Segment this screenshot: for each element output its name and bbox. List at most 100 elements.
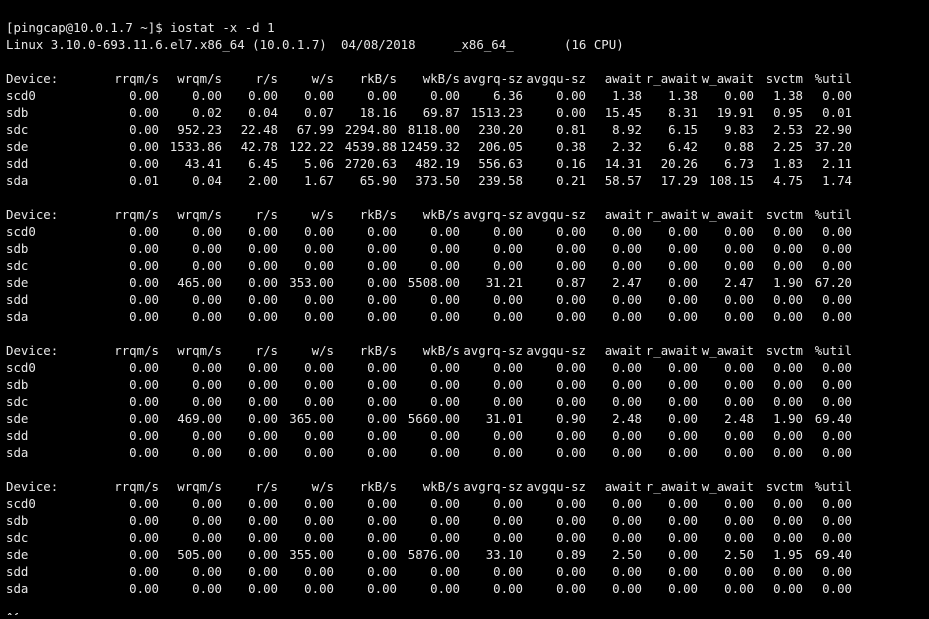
cell-rkbs: 4539.88	[344, 139, 397, 154]
cell-svctm: 2.53	[773, 122, 803, 137]
cell-rawait: 17.29	[660, 173, 698, 188]
cell-device: scd0	[6, 224, 36, 239]
cell-avgqusz: 0.00	[556, 105, 586, 120]
cell-avgrqsz: 33.10	[485, 547, 523, 562]
header-await: await	[604, 343, 642, 358]
cell-wrqm: 0.00	[192, 224, 222, 239]
cell-rs: 0.00	[248, 309, 278, 324]
cell-svctm: 0.00	[773, 513, 803, 528]
cell-rrqm: 0.00	[129, 513, 159, 528]
cell-rs: 0.04	[248, 105, 278, 120]
cell-wrqm: 0.00	[192, 564, 222, 579]
cell-util: 0.00	[822, 496, 852, 511]
cell-wawait: 6.73	[724, 156, 754, 171]
cell-avgqusz: 0.16	[556, 156, 586, 171]
cell-rrqm: 0.00	[129, 394, 159, 409]
header-ws: w/s	[311, 71, 334, 86]
column-header: Device: rrqm/s wrqm/s r/s w/s rkB/s wkB/s avgrq…	[0, 206, 929, 223]
cell-rawait: 0.00	[668, 513, 698, 528]
cell-ws: 0.00	[304, 513, 334, 528]
cell-util: 0.00	[822, 292, 852, 307]
header-rs: r/s	[255, 479, 278, 494]
cell-rkbs: 65.90	[359, 173, 397, 188]
cell-device: sdb	[6, 105, 29, 120]
cell-rkbs: 0.00	[367, 581, 397, 596]
cell-rawait: 0.00	[668, 360, 698, 375]
cell-device: sdc	[6, 530, 29, 545]
cell-rawait: 0.00	[668, 496, 698, 511]
cell-avgqusz: 0.00	[556, 360, 586, 375]
cell-svctm: 0.95	[773, 105, 803, 120]
cell-rkbs: 0.00	[367, 241, 397, 256]
cell-await: 0.00	[612, 360, 642, 375]
trailing-output: ^C	[6, 609, 18, 615]
cell-util: 0.00	[822, 564, 852, 579]
header-device: Device:	[6, 479, 59, 494]
terminal-window[interactable]: [pingcap@10.0.1.7 ~]$ iostat -x -d 1 Lin…	[0, 0, 929, 619]
cell-avgqusz: 0.00	[556, 581, 586, 596]
cell-rkbs: 0.00	[367, 513, 397, 528]
device-row: scd0 0.00 0.00 0.00 0.00 0.00 0.00 0.00 0.00 0.00…	[0, 359, 929, 376]
cell-rrqm: 0.00	[129, 360, 159, 375]
device-row: sdb 0.00 0.00 0.00 0.00 0.00 0.00 0.00 0.00 0.00 0…	[0, 240, 929, 257]
cell-ws: 5.06	[304, 156, 334, 171]
cell-wrqm: 0.00	[192, 445, 222, 460]
cell-device: sda	[6, 445, 29, 460]
cell-svctm: 0.00	[773, 292, 803, 307]
cell-rawait: 0.00	[668, 292, 698, 307]
device-row: sda 0.00 0.00 0.00 0.00 0.00 0.00 0.00 0.00 0.00 0…	[0, 308, 929, 325]
header-await: await	[604, 71, 642, 86]
cell-rawait: 0.00	[668, 241, 698, 256]
cell-wrqm: 0.00	[192, 513, 222, 528]
cell-wawait: 0.00	[724, 581, 754, 596]
cell-rkbs: 0.00	[367, 394, 397, 409]
cell-rrqm: 0.00	[129, 224, 159, 239]
cell-rawait: 6.15	[668, 122, 698, 137]
header-svctm: svctm	[765, 343, 803, 358]
cell-wrqm: 0.00	[192, 394, 222, 409]
header-rs: r/s	[255, 207, 278, 222]
cell-svctm: 0.00	[773, 445, 803, 460]
cell-wrqm: 0.00	[192, 241, 222, 256]
cell-avgqusz: 0.00	[556, 513, 586, 528]
cell-util: 0.00	[822, 394, 852, 409]
cell-util: 1.74	[822, 173, 852, 188]
cell-device: sda	[6, 581, 29, 596]
cell-util: 0.00	[822, 241, 852, 256]
cell-await: 2.48	[612, 411, 642, 426]
cell-avgqusz: 0.89	[556, 547, 586, 562]
cell-await: 0.00	[612, 581, 642, 596]
cell-await: 0.00	[612, 564, 642, 579]
header-svctm: svctm	[765, 479, 803, 494]
cell-rawait: 0.00	[668, 530, 698, 545]
architecture: _x86_64_	[454, 37, 514, 52]
cell-wrqm: 0.00	[192, 428, 222, 443]
header-wawait: w_await	[701, 479, 754, 494]
header-avgqusz: avgqu-sz	[526, 207, 586, 222]
cell-device: scd0	[6, 360, 36, 375]
cell-avgrqsz: 206.05	[478, 139, 523, 154]
cell-svctm: 0.00	[773, 309, 803, 324]
cell-wawait: 0.00	[724, 564, 754, 579]
cell-util: 0.00	[822, 224, 852, 239]
cell-wkbs: 0.00	[430, 513, 460, 528]
cell-svctm: 1.83	[773, 156, 803, 171]
cell-rawait: 0.00	[668, 547, 698, 562]
cell-wrqm: 0.00	[192, 377, 222, 392]
cell-util: 37.20	[814, 139, 852, 154]
header-wrqm: wrqm/s	[177, 71, 222, 86]
header-wrqm: wrqm/s	[177, 479, 222, 494]
cell-rrqm: 0.00	[129, 411, 159, 426]
cell-rawait: 1.38	[668, 88, 698, 103]
cpu-count: (16 CPU)	[564, 37, 624, 52]
cell-svctm: 0.00	[773, 241, 803, 256]
cell-wkbs: 0.00	[430, 428, 460, 443]
cell-ws: 365.00	[289, 411, 334, 426]
cell-rrqm: 0.00	[129, 428, 159, 443]
header-avgqusz: avgqu-sz	[526, 479, 586, 494]
header-ws: w/s	[311, 343, 334, 358]
cell-rrqm: 0.00	[129, 105, 159, 120]
header-rkbs: rkB/s	[359, 343, 397, 358]
cell-avgrqsz: 0.00	[493, 258, 523, 273]
cell-wawait: 0.00	[724, 360, 754, 375]
